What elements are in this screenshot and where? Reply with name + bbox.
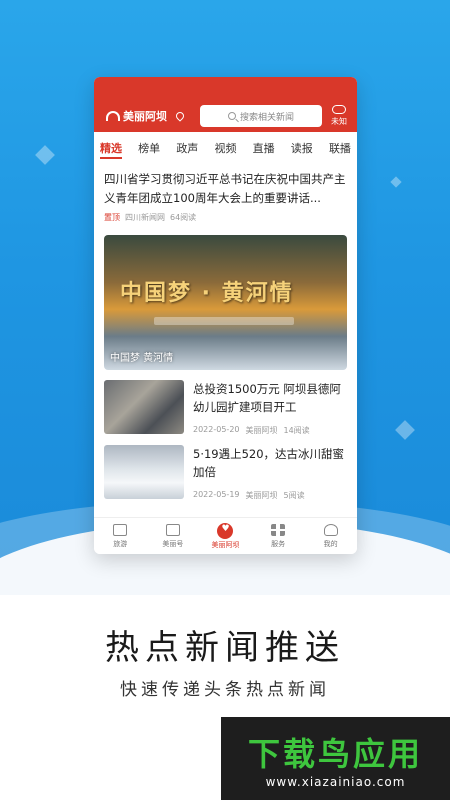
- news-thumbnail: [104, 445, 184, 499]
- app-logo[interactable]: 美丽阿坝: [106, 107, 167, 125]
- nav-item-services[interactable]: 服务: [258, 523, 298, 549]
- location-icon[interactable]: [174, 110, 186, 122]
- featured-banner[interactable]: 中国梦 · 黄河情 中国梦 黄河情: [104, 235, 347, 370]
- weather-label: 未知: [331, 117, 347, 126]
- promo-subtitle: 快速传递头条热点新闻: [120, 680, 330, 700]
- lead-article-meta: 置顶 四川新闻网 64阅读: [104, 212, 196, 223]
- category-tabs: 精选 榜单 政声 视频 直播 读报 联播: [94, 137, 357, 159]
- news-meta: 2022-05-20 美丽阿坝 14阅读: [193, 425, 310, 436]
- news-title: 5·19遇上520，达古冰川甜蜜加倍: [193, 447, 345, 479]
- banner-overlay-subtitle-bar: [154, 317, 294, 325]
- banner-overlay-title: 中国梦 · 黄河情: [120, 281, 294, 306]
- search-icon: [227, 112, 236, 120]
- cloud-icon: [332, 105, 346, 114]
- news-date: 2022-05-20: [193, 425, 240, 434]
- nav-item-home[interactable]: 美丽阿坝: [205, 522, 245, 550]
- app-header: 美丽阿坝 搜索相关新闻 未知: [94, 77, 357, 132]
- news-thumbnail: [104, 380, 184, 434]
- lead-article-title[interactable]: 四川省学习贯彻习近平总书记在庆祝中国共产主义青年团成立100周年大会上的重要讲话…: [104, 170, 348, 208]
- watermark-badge: 下载鸟应用 www.xiazainiao.com: [221, 717, 450, 800]
- nav-item-meili-hao[interactable]: 美丽号: [153, 523, 193, 549]
- tab-broadcast[interactable]: 联播: [329, 137, 351, 159]
- tab-newspaper[interactable]: 读报: [291, 137, 313, 159]
- tab-rankings[interactable]: 榜单: [138, 137, 160, 159]
- banner-caption: 中国梦 黄河情: [110, 353, 174, 364]
- news-reads: 5阅读: [283, 491, 305, 500]
- nav-item-mine[interactable]: 我的: [311, 523, 351, 549]
- list-item[interactable]: 5·19遇上520，达古冰川甜蜜加倍 2022-05-19 美丽阿坝 5阅读: [104, 445, 347, 501]
- heart-icon: [217, 522, 234, 539]
- logo-icon: [106, 111, 120, 121]
- tab-live[interactable]: 直播: [253, 137, 275, 159]
- decor-diamond: [35, 145, 55, 165]
- article-reads: 64阅读: [170, 213, 197, 222]
- nav-label: 服务: [271, 539, 286, 548]
- bottom-navigation: 旅游 美丽号 美丽阿坝 服务 我的: [94, 517, 357, 554]
- news-title: 总投资1500万元 阿坝县德阿幼儿园扩建项目开工: [193, 382, 341, 414]
- phone-mockup: 美丽阿坝 搜索相关新闻 未知 精选 榜单 政声 视频 直播 读报 联播 四川省学…: [94, 77, 357, 554]
- weather-widget[interactable]: 未知: [328, 105, 350, 127]
- pinned-badge: 置顶: [104, 213, 120, 222]
- article-source: 四川新闻网: [125, 213, 165, 222]
- news-meta: 2022-05-19 美丽阿坝 5阅读: [193, 490, 305, 501]
- news-source: 美丽阿坝: [245, 426, 278, 435]
- search-placeholder: 搜索相关新闻: [239, 112, 294, 123]
- tab-video[interactable]: 视频: [214, 137, 236, 159]
- nav-label: 美丽号: [162, 539, 184, 548]
- news-date: 2022-05-19: [193, 490, 240, 499]
- tab-featured[interactable]: 精选: [100, 137, 122, 159]
- nav-label: 我的: [323, 539, 338, 548]
- promo-slogan: 热点新闻推送: [105, 628, 345, 668]
- grid-icon: [271, 523, 286, 536]
- decor-diamond: [395, 420, 415, 440]
- user-icon: [323, 523, 338, 536]
- nav-label: 美丽阿坝: [211, 540, 240, 549]
- mountain-icon: [113, 523, 128, 536]
- tab-politics[interactable]: 政声: [176, 137, 198, 159]
- nav-item-travel[interactable]: 旅游: [100, 523, 140, 549]
- watermark-url: www.xiazainiao.com: [265, 775, 406, 789]
- plus-square-icon: [165, 523, 180, 536]
- decor-diamond: [390, 176, 402, 188]
- news-reads: 14阅读: [283, 426, 310, 435]
- nav-label: 旅游: [113, 539, 128, 548]
- watermark-name: 下载鸟应用: [247, 735, 423, 773]
- search-input[interactable]: 搜索相关新闻: [200, 105, 322, 127]
- news-source: 美丽阿坝: [245, 491, 278, 500]
- list-item[interactable]: 总投资1500万元 阿坝县德阿幼儿园扩建项目开工 2022-05-20 美丽阿坝…: [104, 380, 347, 436]
- logo-text: 美丽阿坝: [123, 110, 167, 123]
